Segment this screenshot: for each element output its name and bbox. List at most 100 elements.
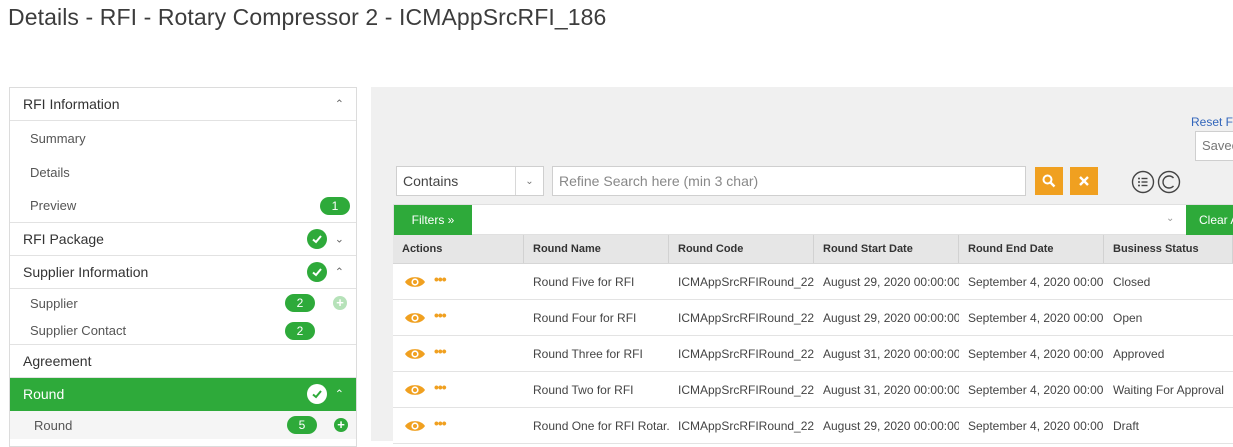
section-rfi-package[interactable]: RFI Package ⌄ bbox=[10, 223, 356, 256]
round-name-cell: Round Four for RFI bbox=[533, 310, 637, 325]
chevron-down-icon[interactable]: ⌄ bbox=[1166, 213, 1174, 224]
check-icon bbox=[307, 384, 327, 404]
business-status-cell: Approved bbox=[1113, 346, 1165, 361]
round-end-date-cell: September 4, 2020 00:00... bbox=[968, 382, 1104, 397]
check-icon bbox=[307, 229, 327, 249]
round-name-cell: Round Three for RFI bbox=[533, 346, 643, 361]
more-options-icon[interactable]: ••• bbox=[434, 416, 447, 430]
section-label: Agreement bbox=[23, 353, 92, 369]
round-code-cell: ICMAppSrcRFIRound_225 bbox=[678, 382, 814, 397]
page-title: Details - RFI - Rotary Compressor 2 - IC… bbox=[8, 4, 607, 30]
chevron-up-icon[interactable]: ⌃ bbox=[335, 266, 344, 279]
round-code-cell: ICMAppSrcRFIRound_224 bbox=[678, 418, 814, 433]
sidebar-item-label: Preview bbox=[30, 198, 77, 213]
close-icon bbox=[1079, 176, 1089, 186]
round-code-cell: ICMAppSrcRFIRound_226 bbox=[678, 346, 814, 361]
table-row[interactable]: ••• Round Five for RFI ICMAppSrcRFIRound… bbox=[393, 264, 1233, 300]
section-supplier-information[interactable]: Supplier Information ⌃ bbox=[10, 256, 356, 289]
clear-all-button[interactable]: Clear A bbox=[1186, 205, 1233, 235]
sidebar-item-preview[interactable]: Preview 1 bbox=[10, 189, 356, 223]
round-start-date-cell: August 31, 2020 00:00:00 bbox=[823, 382, 959, 397]
chevron-down-icon: ⌄ bbox=[515, 167, 543, 195]
round-start-date-cell: August 29, 2020 00:00:00 bbox=[823, 418, 959, 433]
view-eye-icon[interactable] bbox=[404, 346, 426, 362]
column-header[interactable]: Round Name bbox=[524, 235, 669, 263]
round-code-cell: ICMAppSrcRFIRound_228 bbox=[678, 310, 814, 325]
round-name-cell: Round Two for RFI bbox=[533, 382, 634, 397]
table-row[interactable]: ••• Round Two for RFI ICMAppSrcRFIRound_… bbox=[393, 372, 1233, 408]
sidebar-item-label: Round bbox=[34, 417, 73, 433]
add-icon[interactable]: + bbox=[334, 418, 348, 432]
check-icon bbox=[307, 262, 327, 282]
more-options-icon[interactable]: ••• bbox=[434, 344, 447, 358]
chevron-up-icon[interactable]: ⌃ bbox=[335, 98, 344, 111]
table-row[interactable]: ••• Round One for RFI Rotar... ICMAppSrc… bbox=[393, 408, 1233, 444]
round-start-date-cell: August 29, 2020 00:00:00 bbox=[823, 274, 959, 289]
main-panel: Reset F Savec Contains ⌄ Filters » ⌄ Cle… bbox=[371, 87, 1233, 444]
round-code-cell: ICMAppSrcRFIRound_229 bbox=[678, 274, 814, 289]
row-actions: ••• bbox=[393, 336, 524, 371]
match-type-value: Contains bbox=[403, 173, 459, 189]
more-options-icon[interactable]: ••• bbox=[434, 380, 447, 394]
round-start-date-cell: August 29, 2020 00:00:00 bbox=[823, 310, 959, 325]
section-round[interactable]: Round ⌃ bbox=[10, 378, 356, 411]
count-badge: 1 bbox=[320, 196, 350, 215]
table-body: ••• Round Five for RFI ICMAppSrcRFIRound… bbox=[393, 264, 1233, 444]
column-header[interactable]: Round End Date bbox=[959, 235, 1104, 263]
sidebar-item-label: Details bbox=[30, 164, 70, 180]
column-header[interactable]: Actions bbox=[393, 235, 524, 263]
search-button[interactable] bbox=[1035, 167, 1063, 195]
clear-search-button[interactable] bbox=[1070, 167, 1098, 195]
match-type-select[interactable]: Contains ⌄ bbox=[396, 166, 544, 196]
round-end-date-cell: September 4, 2020 00:00... bbox=[968, 418, 1104, 433]
round-name-cell: Round One for RFI Rotar... bbox=[533, 418, 669, 433]
sidebar-item-supplier-contact[interactable]: Supplier Contact 2 bbox=[10, 317, 356, 345]
section-label: Supplier Information bbox=[23, 264, 149, 280]
column-header[interactable]: Round Start Date bbox=[814, 235, 959, 263]
section-label: RFI Information bbox=[23, 96, 120, 112]
search-input[interactable] bbox=[552, 166, 1026, 196]
rounds-table: Actions Round Name Round Code Round Star… bbox=[393, 235, 1233, 444]
sidebar-item-details[interactable]: Details bbox=[10, 155, 356, 189]
column-header[interactable]: Business Status bbox=[1104, 235, 1233, 263]
section-label: Round bbox=[23, 386, 65, 402]
sidebar-item-summary[interactable]: Summary bbox=[10, 121, 356, 155]
list-view-icon[interactable] bbox=[1131, 170, 1155, 194]
round-end-date-cell: September 4, 2020 00:00... bbox=[968, 274, 1104, 289]
view-eye-icon[interactable] bbox=[404, 274, 426, 290]
count-badge: 5 bbox=[287, 416, 317, 434]
chevron-up-icon[interactable]: ⌃ bbox=[335, 388, 344, 401]
view-eye-icon[interactable] bbox=[404, 382, 426, 398]
round-name-cell: Round Five for RFI bbox=[533, 274, 635, 289]
business-status-cell: Draft bbox=[1113, 418, 1140, 433]
sidebar-item-label: Supplier bbox=[30, 295, 78, 311]
round-end-date-cell: September 4, 2020 00:00... bbox=[968, 346, 1104, 361]
view-eye-icon[interactable] bbox=[404, 310, 426, 326]
table-header: Actions Round Name Round Code Round Star… bbox=[393, 235, 1233, 264]
round-start-date-cell: August 31, 2020 00:00:00 bbox=[823, 346, 959, 361]
sidebar: RFI Information ⌃ Summary Details Previe… bbox=[9, 87, 357, 447]
saved-search-select[interactable]: Savec bbox=[1195, 131, 1233, 161]
sidebar-item-supplier[interactable]: Supplier 2 + bbox=[10, 289, 356, 317]
reset-link[interactable]: Reset F bbox=[1191, 115, 1233, 129]
more-options-icon[interactable]: ••• bbox=[434, 308, 447, 322]
section-agreement[interactable]: Agreement bbox=[10, 345, 356, 378]
sidebar-item-round[interactable]: Round 5 + bbox=[10, 411, 356, 439]
business-status-cell: Open bbox=[1113, 310, 1143, 325]
count-badge: 2 bbox=[285, 321, 315, 340]
view-eye-icon[interactable] bbox=[404, 418, 426, 434]
filters-button[interactable]: Filters » bbox=[394, 205, 472, 235]
filter-bar: Filters » ⌄ Clear A bbox=[393, 204, 1233, 235]
add-icon[interactable]: + bbox=[333, 296, 347, 310]
business-status-cell: Waiting For Approval bbox=[1113, 382, 1224, 397]
section-rfi-information[interactable]: RFI Information ⌃ bbox=[10, 88, 356, 121]
table-row[interactable]: ••• Round Three for RFI ICMAppSrcRFIRoun… bbox=[393, 336, 1233, 372]
row-actions: ••• bbox=[393, 408, 524, 443]
column-header[interactable]: Round Code bbox=[669, 235, 814, 263]
more-options-icon[interactable]: ••• bbox=[434, 272, 447, 286]
table-row[interactable]: ••• Round Four for RFI ICMAppSrcRFIRound… bbox=[393, 300, 1233, 336]
sidebar-item-label: Supplier Contact bbox=[30, 323, 127, 338]
refresh-icon[interactable] bbox=[1157, 170, 1181, 194]
count-badge: 2 bbox=[285, 294, 315, 312]
chevron-down-icon[interactable]: ⌄ bbox=[335, 233, 344, 246]
